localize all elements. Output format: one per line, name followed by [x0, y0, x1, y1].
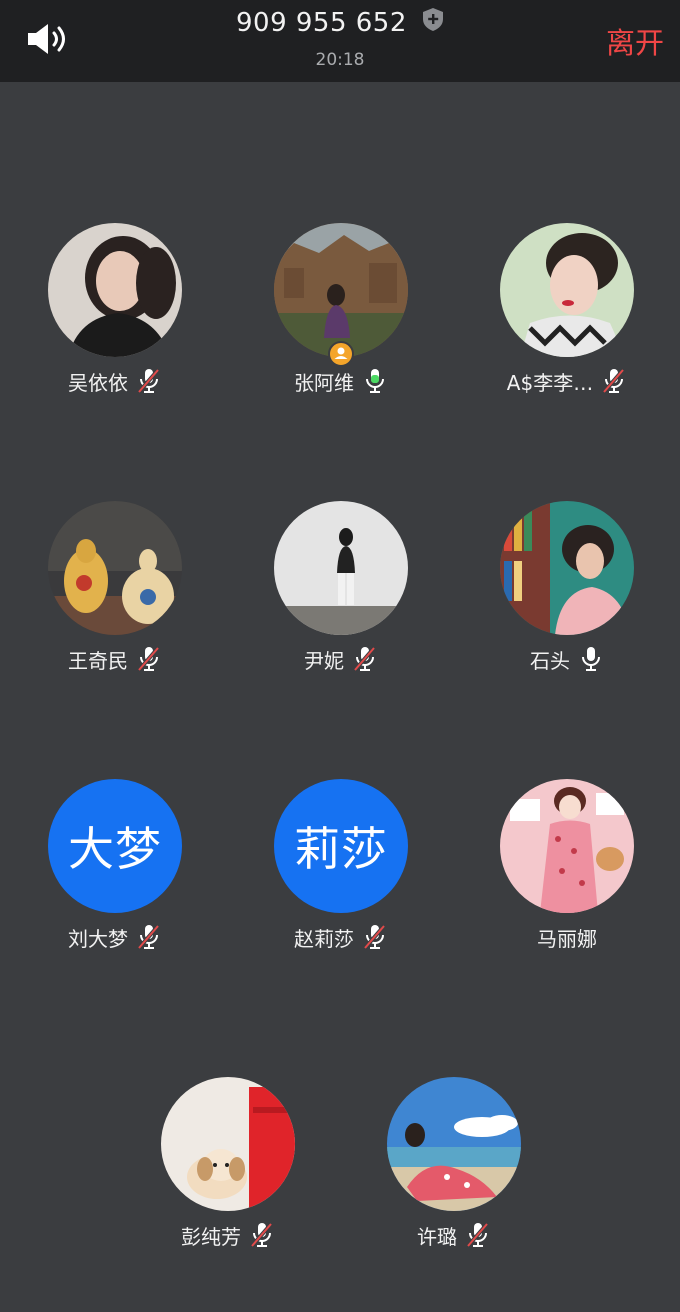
participant-name: 马丽娜 [537, 926, 597, 951]
participant-name: 尹妮 [304, 648, 344, 673]
avatar [387, 1077, 521, 1211]
participant-name: 吴依依 [68, 370, 128, 395]
participant-name: 刘大梦 [68, 926, 128, 951]
top-bar: 909 955 652 20:18 离开 [0, 0, 680, 82]
avatar [500, 779, 634, 913]
avatar [274, 223, 408, 357]
participant-name: A$李李… [506, 370, 594, 395]
participant-tile[interactable]: 大梦 刘大梦 [5, 779, 225, 951]
avatar-initials: 莉莎 [274, 779, 408, 913]
participant-tile[interactable]: 尹妮 [231, 501, 451, 673]
meeting-time: 20:18 [315, 50, 365, 70]
avatar [274, 501, 408, 635]
participant-name: 石头 [530, 648, 570, 673]
participant-tile[interactable]: 吴依依 [5, 223, 225, 395]
mic-muted-icon [249, 1221, 275, 1249]
meeting-id: 909 955 652 [235, 8, 407, 38]
avatar-initials: 大梦 [48, 779, 182, 913]
participant-tile[interactable]: 莉莎 赵莉莎 [231, 779, 451, 951]
avatar [161, 1077, 295, 1211]
meeting-title: 909 955 652 [0, 7, 680, 38]
avatar [48, 501, 182, 635]
participant-tile[interactable]: 张阿维 [231, 223, 451, 395]
shield-plus-icon[interactable] [422, 7, 444, 36]
mic-muted-icon [465, 1221, 491, 1249]
mic-on-icon [578, 645, 604, 673]
host-icon [328, 341, 354, 367]
mic-speaking-icon [362, 367, 388, 395]
avatar [48, 223, 182, 357]
participant-name: 彭纯芳 [181, 1224, 241, 1249]
participant-tile[interactable]: 石头 [457, 501, 677, 673]
mic-muted-icon [601, 367, 627, 395]
mic-muted-icon [352, 645, 378, 673]
participant-tile[interactable]: A$李李… [457, 223, 677, 395]
mic-muted-icon [136, 923, 162, 951]
participant-name: 张阿维 [294, 370, 354, 395]
participant-name: 许璐 [417, 1224, 457, 1249]
avatar [500, 223, 634, 357]
mic-muted-icon [136, 645, 162, 673]
mic-muted-icon [136, 367, 162, 395]
avatar [500, 501, 634, 635]
participant-tile[interactable]: 王奇民 [5, 501, 225, 673]
participant-tile[interactable]: 马丽娜 [457, 779, 677, 951]
leave-button[interactable]: 离开 [606, 20, 664, 62]
mic-muted-icon [362, 923, 388, 951]
participant-tile[interactable]: 彭纯芳 [118, 1077, 338, 1249]
participant-tile[interactable]: 许璐 [344, 1077, 564, 1249]
participant-name: 赵莉莎 [294, 926, 354, 951]
participant-name: 王奇民 [68, 648, 128, 673]
